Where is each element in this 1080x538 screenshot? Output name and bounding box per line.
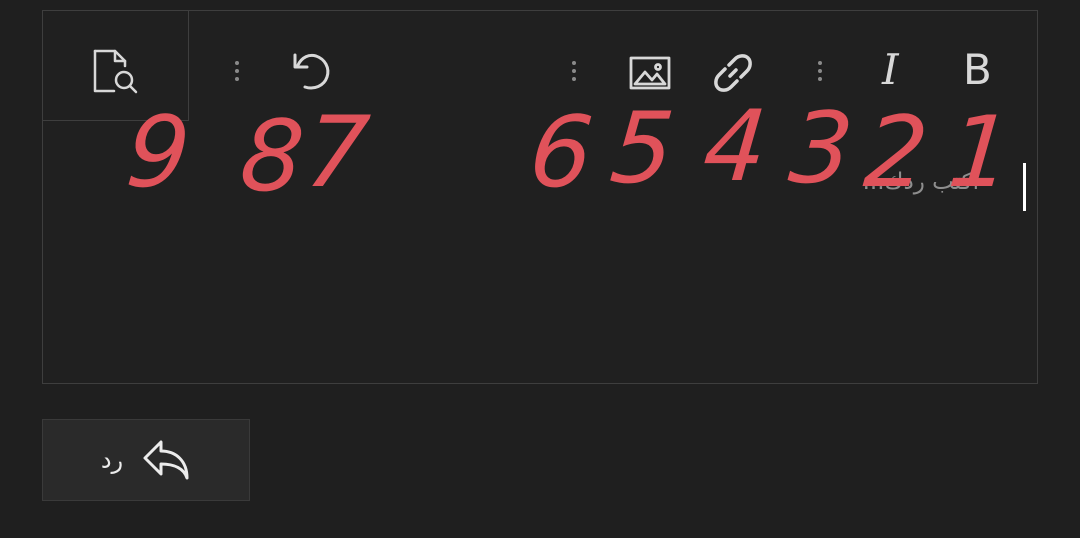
preview-search-icon (89, 45, 141, 97)
reply-button[interactable]: رد (42, 419, 250, 501)
annotation-number: 7 (301, 96, 374, 210)
reply-arrow-icon (143, 440, 189, 480)
annotation-number: 2 (860, 96, 933, 210)
annotation-number: 6 (525, 96, 598, 210)
undo-button[interactable] (287, 47, 335, 95)
text-caret (1023, 163, 1026, 211)
annotation-number: 9 (122, 96, 195, 210)
annotation-number: 8 (236, 100, 309, 214)
annotation-number: 1 (944, 96, 1017, 210)
bold-button[interactable]: B (963, 49, 992, 91)
more-vertical-icon[interactable] (227, 55, 247, 87)
image-button[interactable] (626, 49, 674, 97)
annotation-number: 3 (785, 92, 858, 206)
italic-button[interactable]: I (882, 49, 899, 91)
image-icon (629, 56, 671, 90)
more-vertical-icon[interactable] (564, 55, 584, 87)
annotation-number: 5 (606, 92, 679, 206)
annotation-number: 4 (699, 90, 772, 204)
more-vertical-icon[interactable] (810, 55, 830, 87)
undo-icon (293, 53, 330, 90)
reply-button-label: رد (100, 446, 124, 474)
